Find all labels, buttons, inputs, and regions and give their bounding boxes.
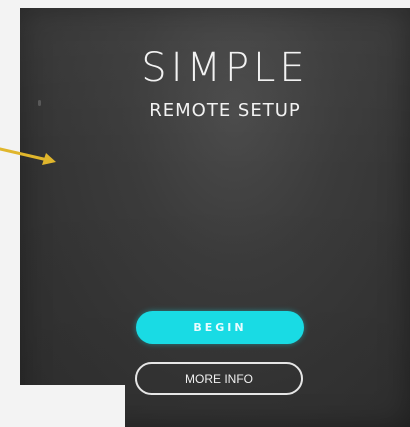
screen-reflection — [38, 100, 41, 106]
arrow-right-icon — [0, 147, 56, 165]
begin-button[interactable]: BEGIN — [136, 311, 304, 344]
photo-background: SIMPLE REMOTE SETUP BEGIN MORE INFO — [0, 0, 410, 427]
photo-wall-area — [0, 385, 125, 427]
more-info-button[interactable]: MORE INFO — [135, 362, 303, 395]
page-title: SIMPLE — [141, 45, 309, 91]
page-subtitle: REMOTE SETUP — [149, 100, 301, 121]
